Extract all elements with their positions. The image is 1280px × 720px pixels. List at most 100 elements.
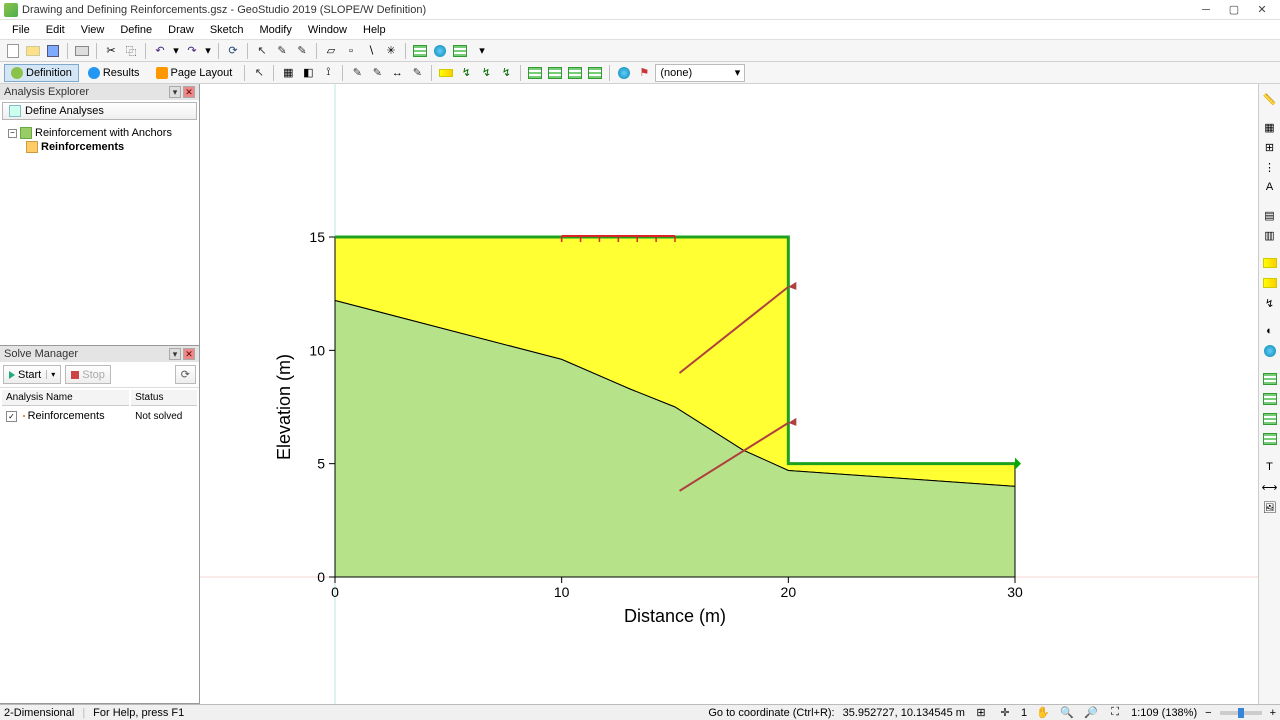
zoom-minus[interactable]: − <box>1205 707 1211 719</box>
zoom-extents-button[interactable]: ⛶ <box>1107 706 1123 720</box>
view-green4-button[interactable] <box>1261 430 1279 448</box>
view-dim-button[interactable]: ⟷ <box>1261 478 1279 496</box>
print-button[interactable] <box>73 42 91 60</box>
draw-points-button[interactable]: ▫ <box>342 42 360 60</box>
redo-dropdown[interactable]: ▾ <box>203 42 213 60</box>
view-world-button[interactable] <box>1261 342 1279 360</box>
page-layout-tab[interactable]: Page Layout <box>149 64 240 82</box>
copy-button[interactable]: ⿻ <box>122 42 140 60</box>
start-button[interactable]: Start ▾ <box>3 365 61 384</box>
view-bc-button[interactable]: ▥ <box>1261 226 1279 244</box>
solve-button[interactable] <box>451 42 469 60</box>
definition-tab[interactable]: Definition <box>4 64 79 82</box>
sketch-line-button[interactable] <box>348 64 366 82</box>
view-green2-button[interactable] <box>1261 390 1279 408</box>
menu-modify[interactable]: Modify <box>251 22 299 38</box>
snap-grid-button[interactable]: ⊞ <box>973 706 989 720</box>
anchor-button[interactable] <box>457 64 475 82</box>
view-axes-button[interactable]: ⊞ <box>1261 138 1279 156</box>
minimize-button[interactable]: ─ <box>1192 1 1220 19</box>
view-labels-button[interactable]: A <box>1261 178 1279 196</box>
zoom-plus[interactable]: + <box>1270 707 1276 719</box>
save-button[interactable] <box>44 42 62 60</box>
draw-lines-button[interactable]: ∖ <box>362 42 380 60</box>
snap-point-button[interactable]: ✛ <box>997 706 1013 720</box>
view-text-button[interactable]: T <box>1261 458 1279 476</box>
close-button[interactable]: ✕ <box>1248 1 1276 19</box>
zoom-in-button[interactable]: 🔍 <box>1059 706 1075 720</box>
solve-refresh-button[interactable] <box>175 365 196 384</box>
labels-button[interactable] <box>635 64 653 82</box>
zoom-slider[interactable] <box>1220 711 1262 715</box>
view-materials-button[interactable] <box>1261 254 1279 272</box>
insert-region-button[interactable]: ▦ <box>279 64 297 82</box>
insert-point-button[interactable]: ◧ <box>299 64 317 82</box>
row-checkbox[interactable]: ✓ <box>6 411 17 422</box>
pore-button[interactable] <box>431 42 449 60</box>
col-analysis-name[interactable]: Analysis Name <box>2 390 129 406</box>
menu-draw[interactable]: Draw <box>160 22 202 38</box>
sketch-poly-button[interactable] <box>368 64 386 82</box>
menu-help[interactable]: Help <box>355 22 394 38</box>
menu-file[interactable]: File <box>4 22 38 38</box>
cut-button[interactable]: ✂ <box>102 42 120 60</box>
col-status[interactable]: Status <box>131 390 197 406</box>
pile-button[interactable] <box>497 64 515 82</box>
load-button[interactable] <box>437 64 455 82</box>
maximize-button[interactable]: ▢ <box>1220 1 1248 19</box>
view-points-button[interactable]: ⋮ <box>1261 158 1279 176</box>
solve-manager-header[interactable]: Solve Manager ▾ ✕ <box>0 346 199 362</box>
view-grid-button[interactable]: ▦ <box>1261 118 1279 136</box>
view-pwp-button[interactable] <box>1261 274 1279 292</box>
select-button[interactable] <box>253 42 271 60</box>
draw-regions-button[interactable]: ▱ <box>322 42 340 60</box>
view-slip-button[interactable]: ◐ <box>1261 322 1279 340</box>
view-green3-button[interactable] <box>1261 410 1279 428</box>
new-file-button[interactable] <box>4 42 22 60</box>
redo-button[interactable] <box>183 42 201 60</box>
view-dropdown[interactable]: (none) ▾ <box>655 64 745 82</box>
pin-icon[interactable]: ▾ <box>169 348 181 360</box>
view-image-button[interactable]: 🖼 <box>1261 498 1279 516</box>
slip-block-button[interactable] <box>586 64 604 82</box>
menu-define[interactable]: Define <box>112 22 160 38</box>
stop-button[interactable]: Stop <box>65 365 111 384</box>
nail-button[interactable] <box>477 64 495 82</box>
sketch-arc-button[interactable] <box>408 64 426 82</box>
view-green1-button[interactable] <box>1261 370 1279 388</box>
slip-grid-button[interactable] <box>546 64 564 82</box>
table-row[interactable]: ✓ Reinforcements Not solved <box>2 408 197 424</box>
view-mesh-button[interactable]: ▤ <box>1261 206 1279 224</box>
undo-button[interactable] <box>151 42 169 60</box>
materials-button[interactable] <box>411 42 429 60</box>
options-button[interactable]: ▾ <box>471 42 493 60</box>
draw-fan-button[interactable]: ✳ <box>382 42 400 60</box>
menu-view[interactable]: View <box>73 22 113 38</box>
menu-edit[interactable]: Edit <box>38 22 73 38</box>
close-icon[interactable]: ✕ <box>183 86 195 98</box>
insert-dim-button[interactable]: ⟟ <box>319 64 337 82</box>
start-dropdown-icon[interactable]: ▾ <box>46 370 55 379</box>
tree-root[interactable]: − Reinforcement with Anchors <box>2 126 197 140</box>
slip-radius-button[interactable] <box>566 64 584 82</box>
pin-icon[interactable]: ▾ <box>169 86 181 98</box>
draw-line-button[interactable] <box>293 42 311 60</box>
refresh-button[interactable] <box>224 42 242 60</box>
undo-dropdown[interactable]: ▾ <box>171 42 181 60</box>
zoom-out-button[interactable]: 🔎 <box>1083 706 1099 720</box>
contours-button[interactable] <box>615 64 633 82</box>
view-loads-button[interactable]: ↯ <box>1261 294 1279 312</box>
results-tab[interactable]: Results <box>81 64 147 82</box>
menu-window[interactable]: Window <box>300 22 355 38</box>
analysis-explorer-header[interactable]: Analysis Explorer ▾ ✕ <box>0 84 199 100</box>
pointer-tool[interactable] <box>250 64 268 82</box>
pan-button[interactable]: ✋ <box>1035 706 1051 720</box>
view-ruler-button[interactable]: 📏 <box>1261 90 1279 108</box>
slip-entry-button[interactable] <box>526 64 544 82</box>
menu-sketch[interactable]: Sketch <box>202 22 252 38</box>
tree-child[interactable]: Reinforcements <box>2 140 197 154</box>
collapse-icon[interactable]: − <box>8 129 17 138</box>
open-file-button[interactable] <box>24 42 42 60</box>
close-icon[interactable]: ✕ <box>183 348 195 360</box>
define-analyses-button[interactable]: Define Analyses <box>2 102 197 120</box>
